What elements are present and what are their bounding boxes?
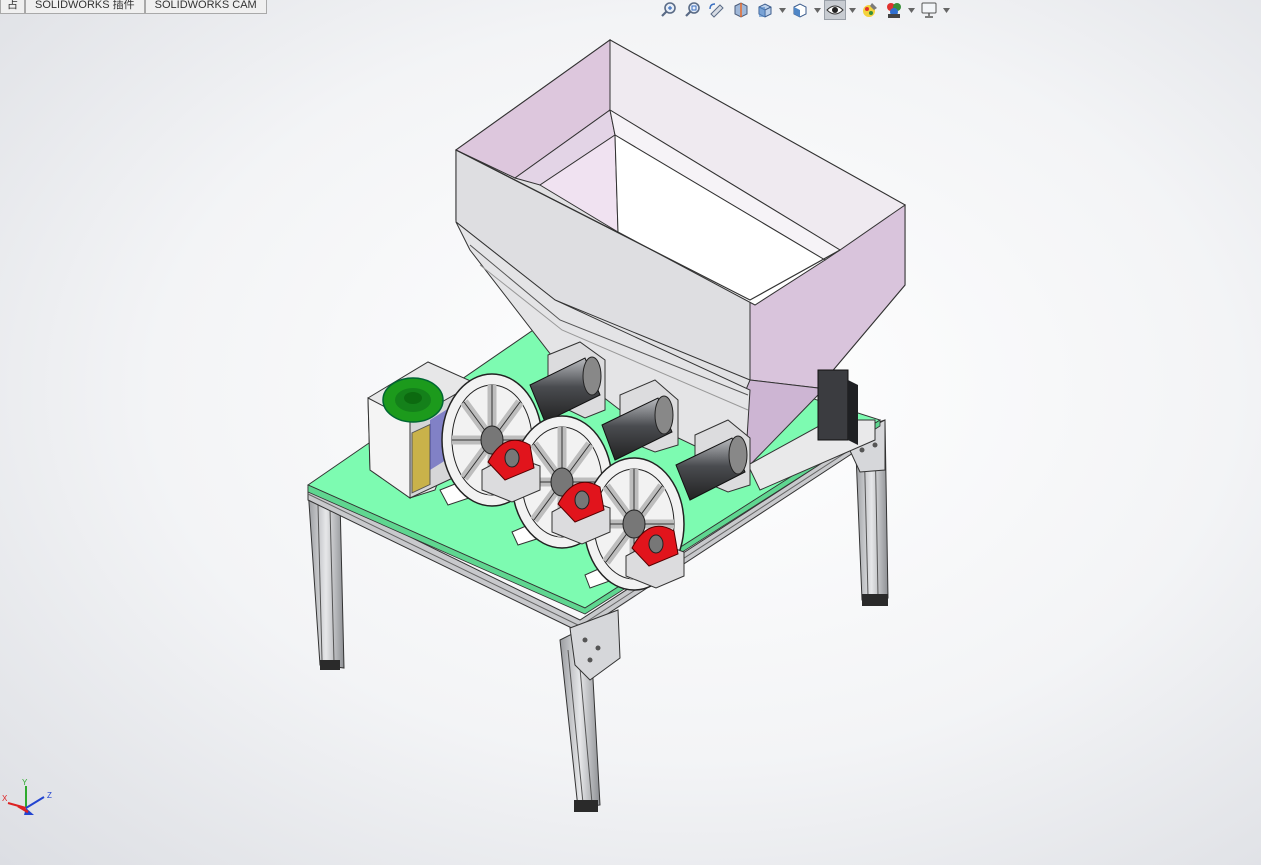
edit-appearance-icon[interactable] (859, 0, 881, 20)
zoom-to-area-icon[interactable] (682, 0, 704, 20)
coordinate-triad: Y X Z (2, 778, 52, 815)
view-settings-icon[interactable] (918, 0, 940, 20)
chevron-down-icon[interactable] (848, 0, 857, 20)
chevron-down-icon[interactable] (778, 0, 787, 20)
chevron-down-icon[interactable] (907, 0, 916, 20)
display-style-icon[interactable] (789, 0, 811, 20)
view-orientation-icon[interactable] (754, 0, 776, 20)
command-manager-tabs: 占 SOLIDWORKS 插件 SOLIDWORKS CAM (0, 0, 267, 14)
heads-up-view-toolbar (658, 0, 951, 20)
hide-show-items-icon[interactable] (824, 0, 846, 20)
graphics-area[interactable]: Y X Z (0, 20, 1261, 865)
tab-solidworks-addins[interactable]: SOLIDWORKS 插件 (25, 0, 145, 14)
previous-view-icon[interactable] (706, 0, 728, 20)
tab-solidworks-cam[interactable]: SOLIDWORKS CAM (144, 0, 267, 14)
triad-z-label: Z (47, 791, 52, 800)
apply-scene-icon[interactable] (883, 0, 905, 20)
triad-y-label: Y (22, 778, 28, 787)
triad-x-label: X (2, 794, 8, 803)
chevron-down-icon[interactable] (942, 0, 951, 20)
tab-partial[interactable]: 占 (0, 0, 25, 14)
zoom-to-fit-icon[interactable] (658, 0, 680, 20)
chevron-down-icon[interactable] (813, 0, 822, 20)
section-view-icon[interactable] (730, 0, 752, 20)
